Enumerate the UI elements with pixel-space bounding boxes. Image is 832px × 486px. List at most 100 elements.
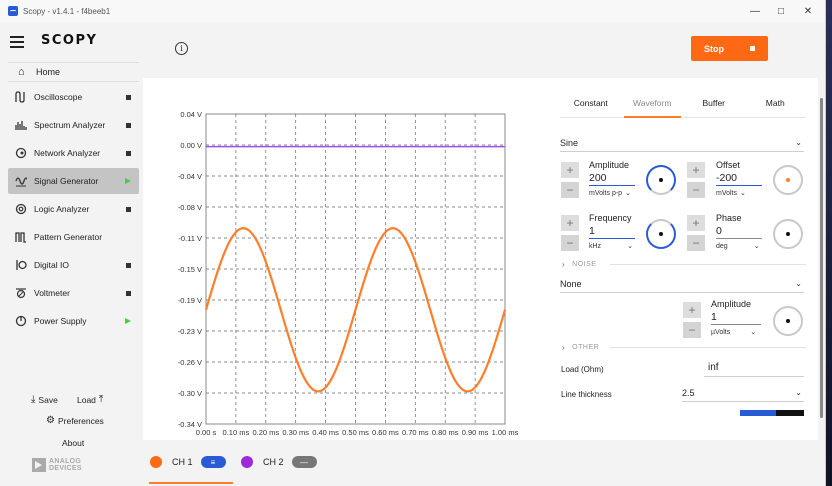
scrollbar-thumb[interactable] <box>820 98 823 418</box>
noise-amplitude-decrease-button[interactable]: − <box>683 322 701 338</box>
offset-decrease-button[interactable]: − <box>687 182 705 198</box>
channel-2-color-dot <box>241 456 253 468</box>
load-button[interactable]: Load ⤒ <box>77 394 106 405</box>
plot-panel: 0.04 V 0.00 V -0.04 V -0.08 V -0.11 V -0.15 V… <box>143 78 548 440</box>
maximize-button[interactable]: □ <box>767 0 795 22</box>
amplitude-unit-select[interactable]: mVolts p-p ⌄ <box>589 189 635 198</box>
sidebar-item-network-analyzer[interactable]: Network Analyzer <box>8 140 139 166</box>
channel-1-settings-toggle[interactable]: ≡ <box>200 456 226 468</box>
tab-math[interactable]: Math <box>745 94 807 117</box>
noise-amplitude-unit-select[interactable]: µVolts ⌄ <box>711 328 761 337</box>
sidebar-item-pattern-generator[interactable]: Pattern Generator <box>8 224 139 250</box>
sidebar-item-power-supply[interactable]: Power Supply <box>8 308 139 334</box>
amplitude-field[interactable]: Amplitude 200 mVolts p-p ⌄ <box>589 160 635 197</box>
frequency-knob[interactable] <box>646 219 676 249</box>
other-section-toggle[interactable]: › OTHER <box>562 343 806 352</box>
noise-amplitude-knob[interactable] <box>773 306 803 336</box>
phase-knob[interactable] <box>773 219 803 249</box>
about-button[interactable]: About <box>62 438 84 448</box>
stopped-indicator-icon <box>126 262 131 268</box>
noise-amplitude-label: Amplitude <box>711 299 752 309</box>
noise-amplitude-input[interactable]: 1 <box>711 311 761 325</box>
load-value: inf <box>708 362 719 373</box>
window-title: Scopy - v1.4.1 - f4beeb1 <box>23 6 111 16</box>
stop-label: Stop <box>704 43 724 54</box>
offset-knob[interactable] <box>773 165 803 195</box>
minimize-button[interactable]: — <box>741 0 769 22</box>
offset-increase-button[interactable]: + <box>687 162 705 178</box>
offset-field[interactable]: Offset -200 mVolts ⌄ <box>716 160 762 197</box>
x-tick-label: 0.60 ms <box>372 428 399 437</box>
waveform-type-select[interactable]: Sine ⌄ <box>560 134 804 152</box>
frequency-unit: kHz <box>589 242 602 250</box>
y-tick-label: 0.04 V <box>180 110 202 119</box>
amplitude-decrease-button[interactable]: − <box>561 182 579 198</box>
tab-buffer[interactable]: Buffer <box>683 94 745 117</box>
frequency-field[interactable]: Frequency 1 kHz ⌄ <box>589 213 635 250</box>
y-tick-label: -0.08 V <box>178 203 202 212</box>
running-indicator-icon <box>125 178 131 184</box>
noise-section-toggle[interactable]: › NOISE <box>562 260 806 269</box>
chevron-down-icon: ⌄ <box>795 279 802 288</box>
offset-input[interactable]: -200 <box>716 172 762 186</box>
x-tick-label: 0.40 ms <box>312 428 339 437</box>
chevron-right-icon: › <box>562 260 566 269</box>
frequency-decrease-button[interactable]: − <box>561 235 579 251</box>
noise-amplitude-increase-button[interactable]: + <box>683 302 701 318</box>
channel-1[interactable]: CH 1 ≡ <box>150 454 226 470</box>
menu-icon[interactable] <box>10 36 24 48</box>
line-thickness-select[interactable]: 2.5 ⌄ <box>682 384 804 402</box>
amplitude-knob[interactable] <box>646 165 676 195</box>
sidebar-item-logic-analyzer[interactable]: Logic Analyzer <box>8 196 139 222</box>
app-window: Scopy - v1.4.1 - f4beeb1 — □ ✕ SCOPY ⌂ H… <box>0 0 826 486</box>
phase-increase-button[interactable]: + <box>687 215 705 231</box>
phase-field[interactable]: Phase 0 deg ⌄ <box>716 213 762 250</box>
chevron-down-icon: ⌄ <box>795 388 802 397</box>
close-button[interactable]: ✕ <box>794 0 822 22</box>
chevron-right-icon: › <box>562 343 566 352</box>
chevron-down-icon: ⌄ <box>750 329 757 336</box>
preferences-button[interactable]: ⚙ Preferences <box>46 415 104 426</box>
tab-constant[interactable]: Constant <box>560 94 622 117</box>
noise-type-select[interactable]: None ⌄ <box>560 275 804 293</box>
phase-input[interactable]: 0 <box>716 225 762 239</box>
sidebar-item-signal-generator[interactable]: Signal Generator <box>8 168 139 194</box>
phase-decrease-button[interactable]: − <box>687 235 705 251</box>
color-swatch-button[interactable] <box>740 410 804 416</box>
offset-unit-select[interactable]: mVolts ⌄ <box>716 189 762 198</box>
x-tick-label: 0.20 ms <box>252 428 279 437</box>
other-section-label: OTHER <box>572 344 600 351</box>
save-button[interactable]: ⤓ Save <box>28 394 58 405</box>
y-tick-label: -0.23 V <box>178 327 202 336</box>
info-icon[interactable]: i <box>175 42 188 55</box>
phase-unit-select[interactable]: deg ⌄ <box>716 242 762 251</box>
amplitude-input[interactable]: 200 <box>589 172 635 186</box>
load-input[interactable]: inf <box>704 359 804 377</box>
channel-2[interactable]: CH 2 — <box>241 454 317 470</box>
channel-bar: CH 1 ≡ CH 2 — <box>143 440 825 486</box>
app-icon <box>8 6 18 16</box>
tab-waveform[interactable]: Waveform <box>622 94 684 118</box>
noise-amplitude-field[interactable]: Amplitude 1 µVolts ⌄ <box>711 299 761 336</box>
amplitude-increase-button[interactable]: + <box>561 162 579 178</box>
amplitude-label: Amplitude <box>589 160 630 170</box>
stop-button[interactable]: Stop <box>691 36 768 61</box>
sidebar-item-home[interactable]: ⌂ Home <box>8 62 139 82</box>
channel-2-settings-toggle[interactable]: — <box>291 456 317 468</box>
sidebar-item-oscilloscope[interactable]: Oscilloscope <box>8 84 139 110</box>
frequency-unit-select[interactable]: kHz ⌄ <box>589 242 635 251</box>
settings-scrollbar[interactable] <box>818 78 825 440</box>
logic-icon <box>14 202 28 216</box>
frequency-increase-button[interactable]: + <box>561 215 579 231</box>
frequency-input[interactable]: 1 <box>589 225 635 239</box>
home-icon: ⌂ <box>18 66 25 78</box>
amplitude-unit: mVolts p-p <box>589 189 623 197</box>
adi-logo-icon <box>32 458 46 472</box>
sidebar-item-label: Voltmeter <box>34 288 70 298</box>
line-thickness-label: Line thickness <box>561 390 612 399</box>
knob-dot <box>659 178 663 182</box>
sidebar-item-voltmeter[interactable]: Voltmeter <box>8 280 139 306</box>
sidebar-item-label: Pattern Generator <box>34 232 103 242</box>
sidebar-item-spectrum-analyzer[interactable]: Spectrum Analyzer <box>8 112 139 138</box>
sidebar-item-digital-io[interactable]: Digital IO <box>8 252 139 278</box>
